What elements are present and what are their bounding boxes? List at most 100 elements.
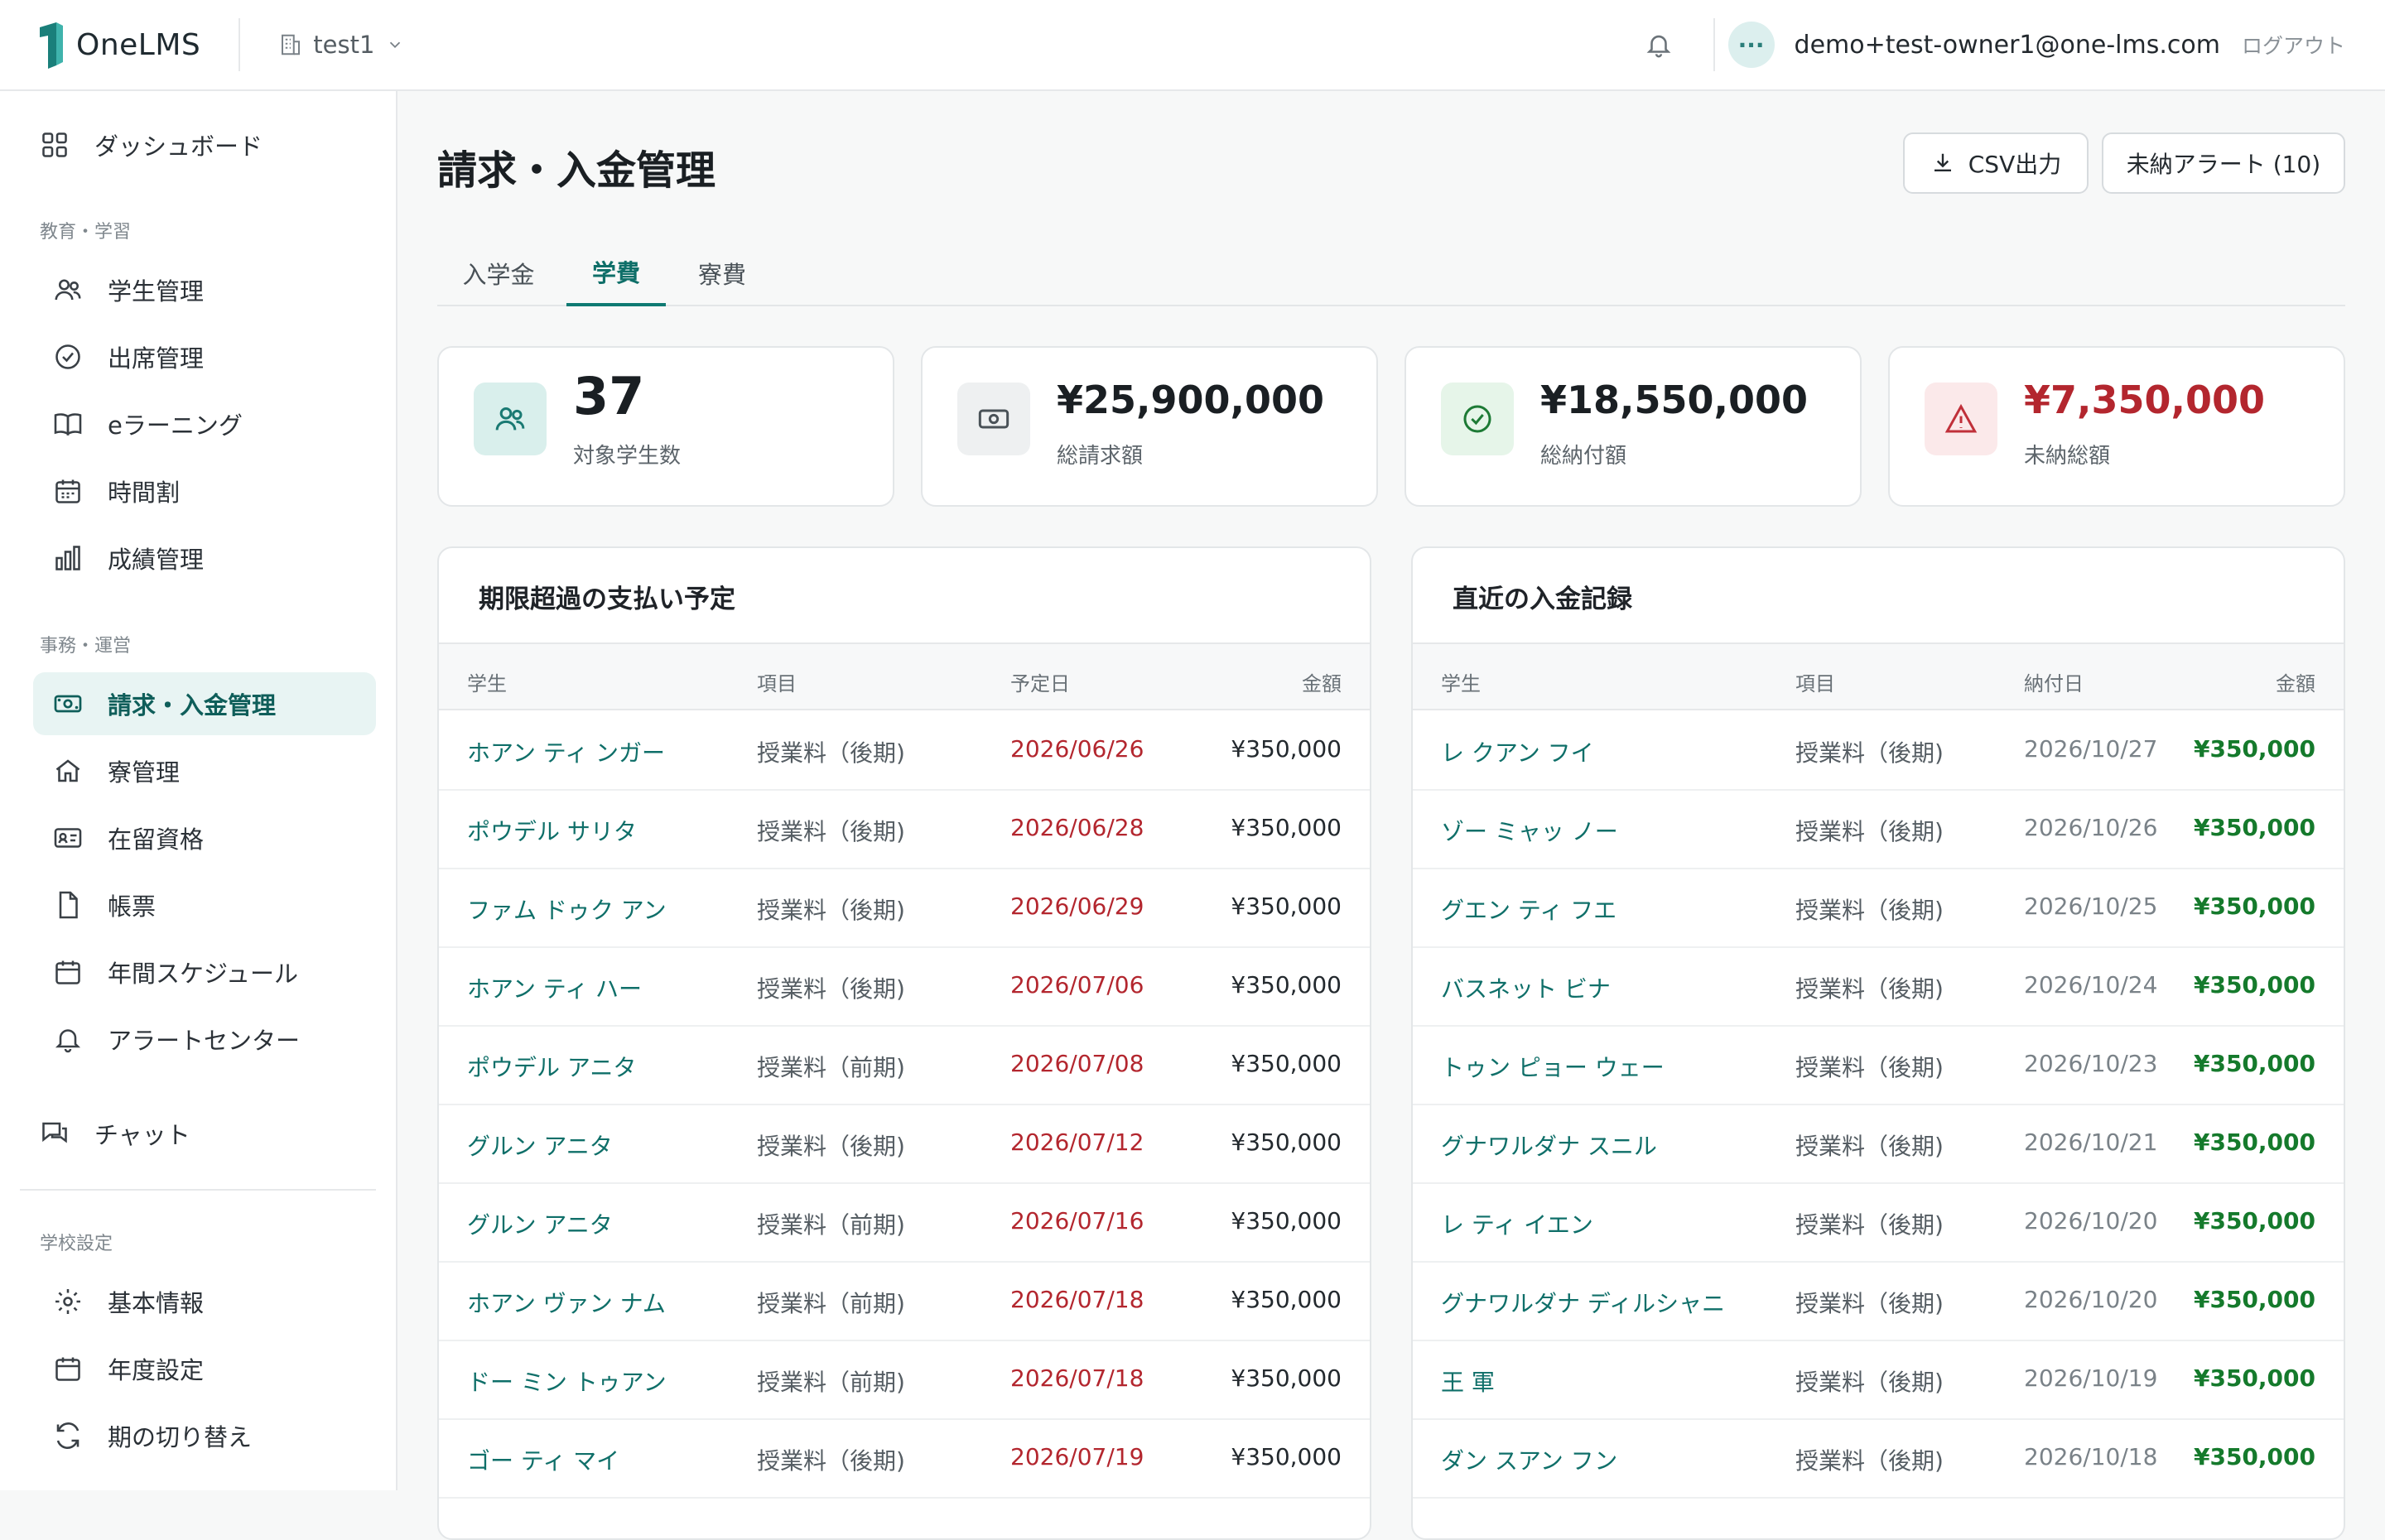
table-row[interactable]: グナワルダナ スニル 授業料（後期) 2026/10/21 ¥350,000 [1413,1105,2344,1184]
student-name-link[interactable]: ゾー ミャッ ノー [1441,814,1618,847]
sidebar-item-dormitory[interactable]: 寮管理 [33,739,376,802]
table-row[interactable]: レ ティ イエン 授業料（後期) 2026/10/20 ¥350,000 [1413,1184,2344,1263]
unpaid-alert-button[interactable]: 未納アラート (10) [2102,132,2345,194]
calendar-grid-icon [55,479,80,503]
fee-item: 授業料（後期) [1795,739,1944,767]
book-open-icon [54,413,82,436]
student-name-link[interactable]: ホアン ヴァン ナム [467,1286,666,1319]
table-row[interactable]: グルン アニタ 授業料（前期) 2026/07/16 ¥350,000 [439,1184,1370,1263]
sidebar-item-dashboard[interactable]: ダッシュボード [20,113,363,176]
csv-export-button[interactable]: CSV出力 [1903,132,2089,194]
student-name-link[interactable]: バスネット ビナ [1441,971,1611,1004]
student-name-link[interactable]: 王 軍 [1441,1364,1495,1398]
sidebar-item-residence-status[interactable]: 在留資格 [33,806,376,869]
stat-value-paid: ¥18,550,000 [1540,378,1809,422]
sidebar-item-timetable[interactable]: 時間割 [33,460,376,522]
table-row[interactable]: ポウデル サリタ 授業料（後期) 2026/06/28 ¥350,000 [439,791,1370,869]
table-row[interactable]: ホアン ティ ハー 授業料（後期) 2026/07/06 ¥350,000 [439,948,1370,1027]
fee-item: 授業料（後期) [1795,1290,1944,1317]
table-row[interactable]: ゴー ティ マイ 授業料（後期) 2026/07/19 ¥350,000 [439,1420,1370,1499]
table-row[interactable]: ホアン ヴァン ナム 授業料（前期) 2026/07/18 ¥350,000 [439,1263,1370,1341]
table-row[interactable]: グナワルダナ ディルシャニ 授業料（後期) 2026/10/20 ¥350,000 [1413,1263,2344,1341]
tab-tuition[interactable]: 学費 [566,240,666,306]
logout-link[interactable]: ログアウト [2242,30,2345,60]
column-header: 学生 [1441,672,1481,695]
sidebar-item-grades[interactable]: 成績管理 [33,527,376,590]
student-name-link[interactable]: レ クアン フイ [1441,735,1594,768]
student-name-link[interactable]: グエン ティ フエ [1441,893,1616,926]
tab-admission-fee[interactable]: 入学金 [437,240,560,306]
sidebar-item-label: 請求・入金管理 [108,691,277,719]
student-name-link[interactable]: レ ティ イエン [1441,1207,1593,1240]
table-row[interactable]: バスネット ビナ 授業料（後期) 2026/10/24 ¥350,000 [1413,948,2344,1027]
sidebar-item-forms[interactable]: 帳票 [33,873,376,936]
date-cell: 2026/10/24 [2024,971,2158,999]
student-name-link[interactable]: ホアン ティ ンガー [467,735,665,768]
student-name-link[interactable]: トゥン ピョー ウェー [1441,1050,1665,1083]
avatar[interactable]: ··· [1727,22,1775,68]
tab-dorm-fee[interactable]: 寮費 [672,240,772,306]
sidebar-item-annual-schedule[interactable]: 年間スケジュール [33,941,376,1003]
sidebar-item-label: 時間割 [108,479,181,507]
sidebar-item-chat[interactable]: チャット [20,1102,363,1165]
student-name-link[interactable]: ホアン ティ ハー [467,971,642,1004]
table-row[interactable]: ポウデル アニタ 授業料（前期) 2026/07/08 ¥350,000 [439,1027,1370,1105]
amount-cell: ¥350,000 [2193,971,2315,999]
table-row[interactable]: トゥン ピョー ウェー 授業料（後期) 2026/10/23 ¥350,000 [1413,1027,2344,1105]
student-name-link[interactable]: グルン アニタ [467,1129,613,1162]
notifications-button[interactable] [1639,25,1679,65]
sidebar-item-term-switch[interactable]: 期の切り替え [33,1404,376,1467]
student-name-link[interactable]: グナワルダナ スニル [1441,1129,1657,1162]
id-card-icon [54,828,82,848]
sidebar-item-attendance[interactable]: 出席管理 [33,325,376,388]
fee-item: 授業料（後期) [757,897,905,924]
date-cell: 2026/06/28 [1010,814,1144,841]
amount-cell: ¥350,000 [2193,814,2315,841]
student-name-link[interactable]: ファム ドゥク アン [467,893,667,926]
sidebar-item-basic-info[interactable]: 基本情報 [33,1270,376,1333]
date-cell: 2026/07/16 [1010,1207,1144,1234]
brand[interactable]: OneLMS [36,21,200,69]
column-header: 項目 [1795,672,1835,695]
school-switcher[interactable]: test1 [278,31,404,59]
divider [238,18,241,71]
student-name-link[interactable]: ポウデル アニタ [467,1050,636,1083]
sidebar-item-students[interactable]: 学生管理 [33,258,376,321]
sidebar-item-billing[interactable]: 請求・入金管理 [33,672,376,735]
date-cell: 2026/07/08 [1010,1050,1144,1077]
student-name-link[interactable]: ダン スアン フン [1441,1443,1617,1476]
gear-icon [55,1289,80,1314]
column-header: 項目 [757,672,797,695]
amount-cell: ¥350,000 [1231,1443,1342,1470]
student-name-link[interactable]: ゴー ティ マイ [467,1443,619,1476]
sidebar-item-label: ダッシュボード [94,132,263,161]
sidebar-item-fiscal-year[interactable]: 年度設定 [33,1337,376,1400]
sidebar-divider [20,1189,376,1191]
table-row[interactable]: グエン ティ フエ 授業料（後期) 2026/10/25 ¥350,000 [1413,869,2344,948]
table-row[interactable]: 王 軍 授業料（後期) 2026/10/19 ¥350,000 [1413,1341,2344,1420]
table-row[interactable]: レ クアン フイ 授業料（後期) 2026/10/27 ¥350,000 [1413,712,2344,791]
table-row[interactable]: ゾー ミャッ ノー 授業料（後期) 2026/10/26 ¥350,000 [1413,791,2344,869]
date-cell: 2026/10/26 [2024,814,2158,841]
sidebar-item-alert-center[interactable]: アラートセンター [33,1008,376,1071]
file-icon [59,891,78,919]
student-name-link[interactable]: グナワルダナ ディルシャニ [1441,1286,1725,1319]
sidebar-item-elearning[interactable]: eラーニング [33,392,376,455]
table-row[interactable]: ファム ドゥク アン 授業料（後期) 2026/06/29 ¥350,000 [439,869,1370,948]
sidebar-item-label: eラーニング [108,411,243,440]
student-name-link[interactable]: グルン アニタ [467,1207,613,1240]
fee-item: 授業料（前期) [757,1054,905,1081]
table-row[interactable]: ホアン ティ ンガー 授業料（後期) 2026/06/26 ¥350,000 [439,712,1370,791]
overdue-panel-title: 期限超過の支払い予定 [479,585,735,614]
table-row[interactable]: グルン アニタ 授業料（後期) 2026/07/12 ¥350,000 [439,1105,1370,1184]
fee-item: 授業料（後期) [1795,818,1944,845]
stat-label-unpaid: 未納総額 [2024,444,2111,469]
amount-cell: ¥350,000 [2193,1050,2315,1077]
table-row[interactable]: ダン スアン フン 授業料（後期) 2026/10/18 ¥350,000 [1413,1420,2344,1499]
student-name-link[interactable]: ポウデル サリタ [467,814,637,847]
amount-cell: ¥350,000 [1231,735,1342,763]
fee-item: 授業料（後期) [757,739,905,767]
student-name-link[interactable]: ドー ミン トゥアン [467,1364,667,1398]
table-row[interactable]: ドー ミン トゥアン 授業料（前期) 2026/07/18 ¥350,000 [439,1341,1370,1420]
csv-export-label: CSV出力 [1968,151,2062,178]
